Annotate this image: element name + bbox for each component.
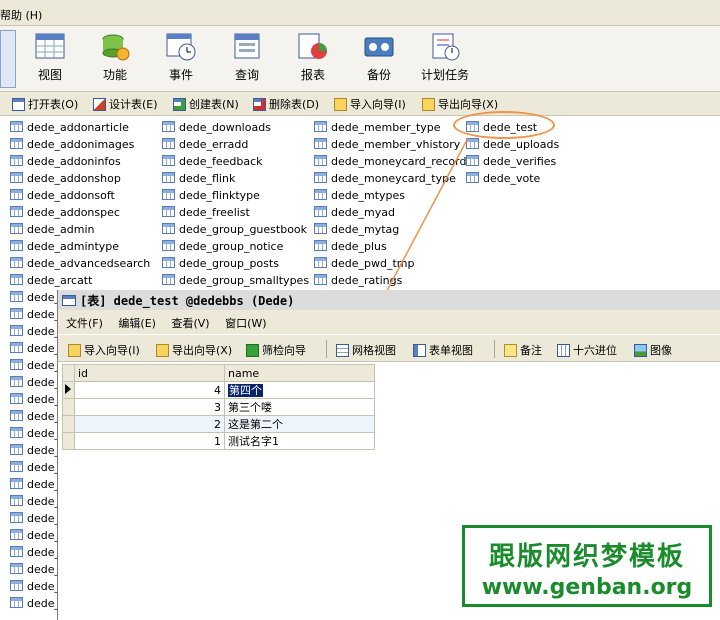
grid-header-row: id name (62, 364, 375, 382)
column-header-id[interactable]: id (74, 364, 225, 382)
row-header (62, 415, 75, 433)
toolbar-separator (326, 340, 327, 358)
filter-wizard-button[interactable]: 筛检向导 (246, 342, 306, 358)
menu-view[interactable]: 查看(V) (171, 317, 209, 330)
row-header (62, 432, 75, 450)
hex-icon (557, 344, 570, 357)
table-icon (62, 295, 76, 306)
cell-id[interactable]: 1 (74, 432, 225, 450)
menu-window[interactable]: 窗口(W) (225, 317, 266, 330)
cell-name-editing[interactable]: 第四个 (224, 381, 375, 399)
import-icon (68, 344, 81, 357)
window-menubar: 文件(F) 编辑(E) 查看(V) 窗口(W) (58, 310, 720, 334)
cell-name[interactable]: 测试名字1 (224, 432, 375, 450)
table-row[interactable]: 2 这是第二个 (62, 415, 375, 433)
form-view-button[interactable]: 表单视图 (413, 342, 473, 358)
memo-icon (504, 344, 517, 357)
table-row[interactable]: 1 测试名字1 (62, 432, 375, 450)
toolbar-separator (494, 340, 495, 358)
export-icon (156, 344, 169, 357)
menu-file[interactable]: 文件(F) (66, 317, 103, 330)
memo-button[interactable]: 备注 (504, 342, 542, 358)
filter-icon (246, 344, 259, 357)
watermark-line1: 跟版网织梦模板 (488, 542, 685, 572)
image-icon (634, 344, 647, 357)
table-row[interactable]: 3 第三个喽 (62, 398, 375, 416)
form-view-icon (413, 344, 426, 357)
menu-edit[interactable]: 编辑(E) (118, 317, 156, 330)
cell-name[interactable]: 这是第二个 (224, 415, 375, 433)
table-row[interactable]: 4 第四个 (62, 381, 375, 399)
window-toolbar: 导入向导(I) 导出向导(X) 筛检向导 网格视图 表单视图 备注 十六进位 图… (58, 334, 720, 362)
cell-id[interactable]: 2 (74, 415, 225, 433)
selected-text: 第四个 (228, 384, 263, 397)
grid-view-icon (336, 344, 349, 357)
grid-view-button[interactable]: 网格视图 (336, 342, 396, 358)
cell-id[interactable]: 3 (74, 398, 225, 416)
current-row-indicator-icon (62, 381, 75, 399)
window-titlebar[interactable]: [表] dede_test @dedebbs (Dede) (58, 290, 720, 310)
cell-name[interactable]: 第三个喽 (224, 398, 375, 416)
image-button[interactable]: 图像 (634, 342, 672, 358)
row-header (62, 398, 75, 416)
row-header-corner (62, 364, 75, 382)
column-header-name[interactable]: name (224, 364, 375, 382)
cell-id[interactable]: 4 (74, 381, 225, 399)
export-button[interactable]: 导出向导(X) (156, 342, 232, 358)
hex-button[interactable]: 十六进位 (557, 342, 617, 358)
data-grid: id name 4 第四个 3 第三个喽 2 这是第二个 1 测试名字1 (62, 364, 375, 450)
watermark-line2: www.genban.org (481, 575, 693, 600)
watermark-logo: 跟版网织梦模板 www.genban.org (462, 525, 712, 607)
window-title: [表] dede_test @dedebbs (Dede) (80, 294, 295, 308)
import-button[interactable]: 导入向导(I) (68, 342, 140, 358)
